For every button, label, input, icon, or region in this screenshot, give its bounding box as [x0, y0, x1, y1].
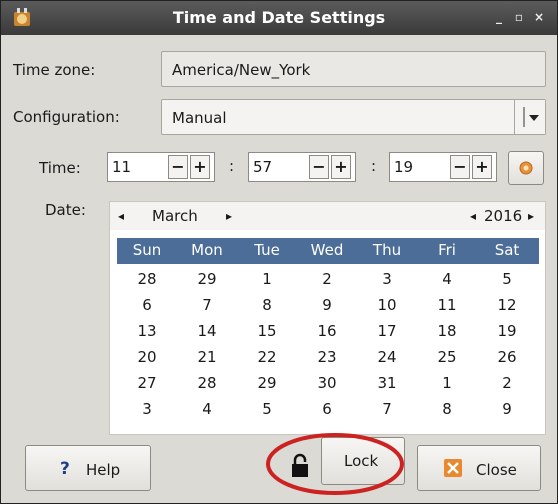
weekday-header: Sun Mon Tue Wed Thu Fri Sat [117, 238, 539, 264]
title-bar[interactable]: Time and Date Settings _ ▫ × [1, 1, 557, 35]
calendar-day[interactable]: 6 [117, 296, 177, 314]
calendar-day[interactable]: 25 [417, 348, 477, 366]
minutes-spinner[interactable]: 57 − + [248, 152, 356, 182]
calendar-day[interactable]: 3 [117, 400, 177, 418]
timezone-button[interactable]: America/New_York [161, 51, 546, 87]
calendar-day[interactable]: 21 [177, 348, 237, 366]
weekday-label: Mon [191, 241, 223, 259]
minutes-value[interactable]: 57 [253, 158, 272, 176]
calendar-day[interactable]: 28 [177, 374, 237, 392]
calendar-day[interactable]: 4 [177, 400, 237, 418]
hours-value[interactable]: 11 [112, 158, 131, 176]
calendar-day[interactable]: 22 [237, 348, 297, 366]
calendar-day[interactable]: 12 [477, 296, 537, 314]
year-label: 2016 [484, 207, 523, 225]
calendar-day[interactable]: 20 [117, 348, 177, 366]
close-button-label: Close [476, 461, 517, 479]
sync-time-button[interactable] [508, 151, 544, 185]
calendar-day[interactable]: 24 [357, 348, 417, 366]
seconds-decrement-button[interactable]: − [450, 155, 470, 179]
clock-icon [519, 161, 533, 175]
seconds-spinner[interactable]: 19 − + [389, 152, 497, 182]
weekday-label: Thu [372, 241, 402, 259]
calendar-day[interactable]: 8 [237, 296, 297, 314]
time-date-settings-window: Time and Date Settings _ ▫ × Time zone: … [0, 0, 558, 504]
calendar-day[interactable]: 8 [417, 400, 477, 418]
help-button[interactable]: ? Help [25, 445, 151, 491]
calendar-day[interactable]: 29 [237, 374, 297, 392]
calendar-day[interactable]: 3 [357, 270, 417, 288]
calendar-day[interactable]: 5 [477, 270, 537, 288]
timezone-label: Time zone: [13, 61, 96, 79]
calendar-day[interactable]: 6 [297, 400, 357, 418]
calendar-day[interactable]: 18 [417, 322, 477, 340]
calendar-day[interactable]: 9 [297, 296, 357, 314]
seconds-value[interactable]: 19 [394, 158, 413, 176]
hours-increment-button[interactable]: + [190, 155, 210, 179]
calendar-day[interactable]: 7 [357, 400, 417, 418]
next-year-button[interactable]: ▸ [528, 209, 534, 223]
date-label: Date: [45, 201, 86, 219]
calendar-day[interactable]: 19 [477, 322, 537, 340]
calendar-day[interactable]: 15 [237, 322, 297, 340]
calendar-day[interactable]: 26 [477, 348, 537, 366]
calendar-day[interactable]: 5 [237, 400, 297, 418]
annotation-circle [266, 433, 404, 495]
weekday-label: Sat [494, 241, 520, 259]
month-label: March [152, 207, 198, 225]
calendar-day[interactable]: 31 [357, 374, 417, 392]
calendar-day[interactable]: 11 [417, 296, 477, 314]
calendar-day[interactable]: 4 [417, 270, 477, 288]
calendar-day[interactable]: 2 [477, 374, 537, 392]
calendar-day[interactable]: 10 [357, 296, 417, 314]
calendar-day[interactable]: 16 [297, 322, 357, 340]
window-title: Time and Date Settings [172, 8, 386, 27]
weekday-label: Sun [132, 241, 162, 259]
hours-spinner[interactable]: 11 − + [107, 152, 215, 182]
configuration-label: Configuration: [13, 108, 120, 126]
weekday-label: Wed [310, 241, 344, 259]
calendar-day[interactable]: 29 [177, 270, 237, 288]
time-separator: : [371, 157, 377, 175]
close-icon [444, 459, 462, 477]
calendar[interactable]: ◂ March ▸ ◂ 2016 ▸ Sun Mon Tue Wed Thu F… [109, 201, 546, 435]
seconds-increment-button[interactable]: + [472, 155, 492, 179]
calendar-day[interactable]: 28 [117, 270, 177, 288]
calendar-day[interactable]: 1 [237, 270, 297, 288]
time-separator: : [229, 157, 235, 175]
timezone-value: America/New_York [172, 61, 311, 79]
help-icon: ? [60, 459, 70, 479]
calendar-day[interactable]: 9 [477, 400, 537, 418]
time-label: Time: [39, 159, 81, 177]
prev-year-button[interactable]: ◂ [470, 209, 476, 223]
configuration-combobox[interactable]: Manual [161, 99, 546, 135]
calendar-day[interactable]: 27 [117, 374, 177, 392]
calendar-day[interactable]: 1 [417, 374, 477, 392]
close-button[interactable]: Close [417, 445, 541, 491]
calendar-day[interactable]: 23 [297, 348, 357, 366]
next-month-button[interactable]: ▸ [226, 209, 232, 223]
help-button-label: Help [86, 461, 121, 479]
weekday-label: Fri [438, 241, 456, 259]
calendar-day[interactable]: 13 [117, 322, 177, 340]
chevron-down-icon [523, 107, 539, 127]
calendar-day[interactable]: 7 [177, 296, 237, 314]
calendar-day[interactable]: 14 [177, 322, 237, 340]
minutes-increment-button[interactable]: + [331, 155, 351, 179]
prev-month-button[interactable]: ◂ [118, 209, 124, 223]
calendar-day[interactable]: 17 [357, 322, 417, 340]
configuration-dropdown-button[interactable] [514, 100, 545, 134]
weekday-label: Tue [254, 241, 280, 259]
maximize-button[interactable]: ▫ [511, 9, 527, 25]
calendar-day[interactable]: 2 [297, 270, 357, 288]
minimize-button[interactable]: _ [491, 9, 507, 25]
configuration-value: Manual [172, 109, 227, 127]
close-window-button[interactable]: × [531, 9, 547, 25]
calendar-day[interactable]: 30 [297, 374, 357, 392]
hours-decrement-button[interactable]: − [168, 155, 188, 179]
calendar-header: ◂ March ▸ ◂ 2016 ▸ [110, 202, 545, 230]
minutes-decrement-button[interactable]: − [309, 155, 329, 179]
